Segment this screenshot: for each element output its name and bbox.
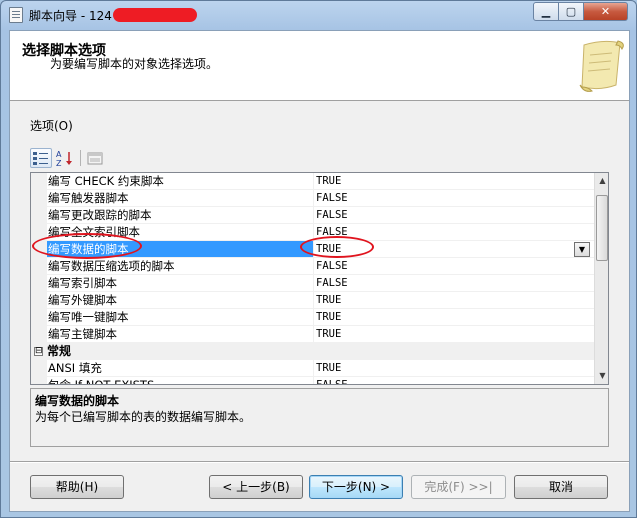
sort-az-icon: A Z xyxy=(56,150,72,168)
scroll-thumb[interactable] xyxy=(596,195,608,261)
row-gutter xyxy=(31,360,47,377)
title-bar[interactable]: 脚本向导 - 124 ▁ ▢ ✕ xyxy=(1,1,636,29)
alphabetical-button[interactable]: A Z xyxy=(54,148,76,168)
property-value[interactable]: FALSE xyxy=(314,190,594,207)
wizard-window: 脚本向导 - 124 ▁ ▢ ✕ 选择脚本选项 为要编写脚本的对象选择选项。 选… xyxy=(0,0,637,518)
row-gutter xyxy=(31,377,47,384)
property-name: 编写数据压缩选项的脚本 xyxy=(47,258,314,275)
page-subtitle: 为要编写脚本的对象选择选项。 xyxy=(50,57,219,71)
property-value[interactable]: FALSE xyxy=(314,258,594,275)
row-gutter xyxy=(31,326,47,343)
redaction-mark xyxy=(113,8,197,22)
category-label: 常规 xyxy=(31,343,594,360)
property-toolbar: A Z xyxy=(30,148,110,170)
row-gutter xyxy=(31,309,47,326)
wizard-header: 选择脚本选项 为要编写脚本的对象选择选项。 xyxy=(10,31,629,101)
row-gutter xyxy=(31,292,47,309)
wizard-client: 选择脚本选项 为要编写脚本的对象选择选项。 选项(O) A Z 编写 CHECK… xyxy=(9,30,630,512)
description-title: 编写数据的脚本 xyxy=(35,394,120,408)
property-row[interactable]: ANSI 填充 TRUE xyxy=(31,360,594,377)
footer-divider xyxy=(10,461,629,463)
property-name: ANSI 填充 xyxy=(47,360,314,377)
property-value[interactable]: TRUE xyxy=(314,173,594,190)
property-pages-icon xyxy=(87,152,103,165)
close-button[interactable]: ✕ xyxy=(583,2,628,21)
cancel-button[interactable]: 取消 xyxy=(514,475,608,499)
property-row[interactable]: 编写 CHECK 约束脚本 TRUE xyxy=(31,173,594,190)
property-value[interactable]: TRUE xyxy=(314,309,594,326)
scroll-down-icon[interactable]: ▼ xyxy=(595,368,608,384)
options-label: 选项(O) xyxy=(30,119,73,133)
value-dropdown-button[interactable]: ▼ xyxy=(574,242,590,257)
annotation-circle-name xyxy=(32,233,142,259)
property-name: 包含 If NOT EXISTS xyxy=(47,377,314,384)
property-row[interactable]: 编写更改跟踪的脚本 FALSE xyxy=(31,207,594,224)
maximize-button[interactable]: ▢ xyxy=(558,2,584,21)
property-name: 编写主键脚本 xyxy=(47,326,314,343)
property-row[interactable]: 编写外键脚本 TRUE xyxy=(31,292,594,309)
property-grid[interactable]: 编写 CHECK 约束脚本 TRUE 编写触发器脚本 FALSE 编写更改跟踪的… xyxy=(30,172,609,385)
finish-button[interactable]: 完成(F) >>| xyxy=(411,475,506,499)
scroll-icon xyxy=(579,40,624,92)
property-value[interactable]: TRUE xyxy=(314,360,594,377)
property-name: 编写外键脚本 xyxy=(47,292,314,309)
property-value[interactable]: TRUE xyxy=(314,292,594,309)
annotation-circle-value xyxy=(300,236,374,258)
categorized-icon xyxy=(33,152,48,165)
property-name: 编写索引脚本 xyxy=(47,275,314,292)
property-row[interactable]: 包含 If NOT EXISTS FALSE xyxy=(31,377,594,384)
property-name: 编写更改跟踪的脚本 xyxy=(47,207,314,224)
row-gutter xyxy=(31,258,47,275)
row-gutter xyxy=(31,173,47,190)
next-button[interactable]: 下一步(N) > xyxy=(309,475,403,499)
property-value[interactable]: FALSE xyxy=(314,377,594,384)
property-row[interactable]: 编写唯一键脚本 TRUE xyxy=(31,309,594,326)
property-value[interactable]: FALSE xyxy=(314,275,594,292)
collapse-toggle-icon[interactable]: ⊟ xyxy=(34,347,43,356)
row-gutter xyxy=(31,190,47,207)
row-gutter xyxy=(31,275,47,292)
property-pages-button[interactable] xyxy=(84,148,106,168)
property-name: 编写唯一键脚本 xyxy=(47,309,314,326)
window-title: 脚本向导 - 124 xyxy=(29,9,112,23)
scroll-up-icon[interactable]: ▲ xyxy=(595,173,608,189)
minimize-button[interactable]: ▁ xyxy=(533,2,559,21)
svg-text:Z: Z xyxy=(56,159,62,167)
description-panel: 编写数据的脚本 为每个已编写脚本的表的数据编写脚本。 xyxy=(30,388,609,447)
vertical-scrollbar[interactable]: ▲ ▼ xyxy=(594,173,608,384)
property-row[interactable]: 编写主键脚本 TRUE xyxy=(31,326,594,343)
property-row[interactable]: 编写触发器脚本 FALSE xyxy=(31,190,594,207)
property-value[interactable]: FALSE xyxy=(314,207,594,224)
property-row[interactable]: 编写索引脚本 FALSE xyxy=(31,275,594,292)
app-icon xyxy=(9,7,23,23)
property-value[interactable]: TRUE xyxy=(314,326,594,343)
category-row-general[interactable]: 常规 ⊟ xyxy=(31,343,594,360)
previous-button[interactable]: < 上一步(B) xyxy=(209,475,303,499)
toolbar-separator xyxy=(80,150,81,166)
categorized-button[interactable] xyxy=(30,148,52,168)
row-gutter xyxy=(31,207,47,224)
description-text: 为每个已编写脚本的表的数据编写脚本。 xyxy=(35,410,252,424)
property-name: 编写 CHECK 约束脚本 xyxy=(47,173,314,190)
help-button[interactable]: 帮助(H) xyxy=(30,475,124,499)
property-name: 编写触发器脚本 xyxy=(47,190,314,207)
svg-text:A: A xyxy=(56,150,62,159)
property-row[interactable]: 编写数据压缩选项的脚本 FALSE xyxy=(31,258,594,275)
